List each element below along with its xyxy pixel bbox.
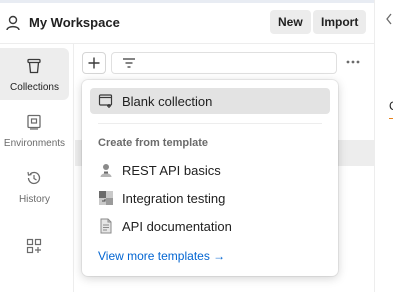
menu-item-integration-testing[interactable]: Integration testing	[90, 185, 330, 211]
environment-icon	[27, 114, 41, 130]
import-button[interactable]: Import	[313, 10, 367, 34]
menu-item-label: Integration testing	[122, 191, 226, 206]
active-tab-underline	[389, 118, 393, 119]
menu-item-blank-collection[interactable]: Blank collection	[90, 88, 330, 114]
sidebar-item-label: Environments	[3, 138, 66, 149]
sidebar-item-label: History	[18, 194, 51, 205]
add-collection-button[interactable]	[82, 52, 106, 74]
document-icon	[100, 218, 112, 234]
right-panel-text: C	[389, 99, 393, 113]
workspace-name[interactable]: My Workspace	[29, 15, 120, 31]
menu-item-label: REST API basics	[122, 163, 221, 178]
sidebar-item-history[interactable]: History	[0, 160, 69, 212]
sidebar: Collections Environments History	[0, 44, 74, 292]
menu-item-label: API documentation	[122, 219, 232, 234]
sidebar-item-environments[interactable]: Environments	[0, 104, 69, 156]
integration-icon	[99, 191, 113, 205]
trash-bin-icon	[27, 58, 41, 74]
chevron-left-icon[interactable]	[385, 13, 393, 25]
right-panel: C	[375, 0, 393, 292]
filter-input[interactable]	[111, 52, 337, 74]
menu-divider	[98, 123, 322, 124]
add-apps-icon	[26, 238, 42, 254]
rest-api-icon	[100, 164, 112, 177]
workspace-header: My Workspace New Import	[0, 3, 374, 44]
history-icon	[27, 171, 41, 185]
user-icon	[6, 15, 20, 31]
new-button[interactable]: New	[270, 10, 311, 34]
blank-collection-icon	[98, 94, 113, 108]
menu-item-rest-api-basics[interactable]: REST API basics	[90, 157, 330, 183]
menu-item-label: Blank collection	[122, 94, 213, 109]
sidebar-item-add-apps[interactable]	[0, 228, 69, 264]
plus-icon	[88, 57, 100, 69]
view-more-templates-link[interactable]: View more templates →	[98, 249, 225, 263]
filter-icon[interactable]	[122, 57, 136, 69]
more-icon[interactable]	[345, 58, 361, 66]
menu-section-title: Create from template	[98, 137, 209, 149]
menu-item-api-documentation[interactable]: API documentation	[90, 213, 330, 239]
new-collection-menu: Blank collection Create from template RE…	[82, 80, 338, 276]
sidebar-item-collections[interactable]: Collections	[0, 48, 69, 100]
sidebar-item-label: Collections	[10, 82, 59, 93]
